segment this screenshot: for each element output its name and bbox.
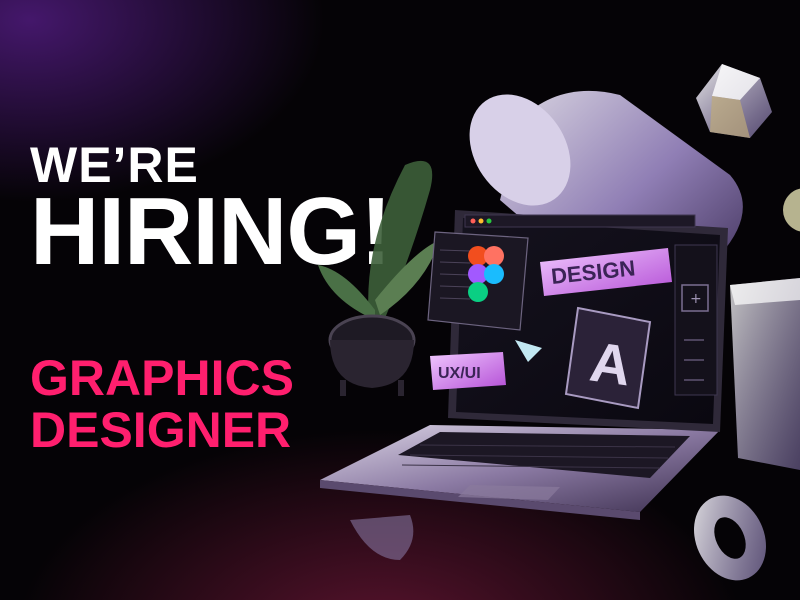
svg-text:+: + [690, 291, 702, 307]
laptop-base [320, 425, 720, 560]
sphere-shape [783, 188, 800, 232]
plant-decoration [318, 160, 440, 396]
uxui-tag-text: UX/UI [438, 365, 481, 382]
screen-toolbar: + [674, 244, 718, 396]
ring-shape [694, 495, 766, 581]
crystal-shape [696, 64, 772, 138]
uxui-tag: UX/UI [430, 352, 506, 390]
figma-logo-card [427, 231, 529, 331]
letter-card: A [564, 306, 652, 410]
cube-shape [730, 278, 800, 470]
laptop-illustration: DESIGN A UX/UI + [318, 64, 800, 581]
